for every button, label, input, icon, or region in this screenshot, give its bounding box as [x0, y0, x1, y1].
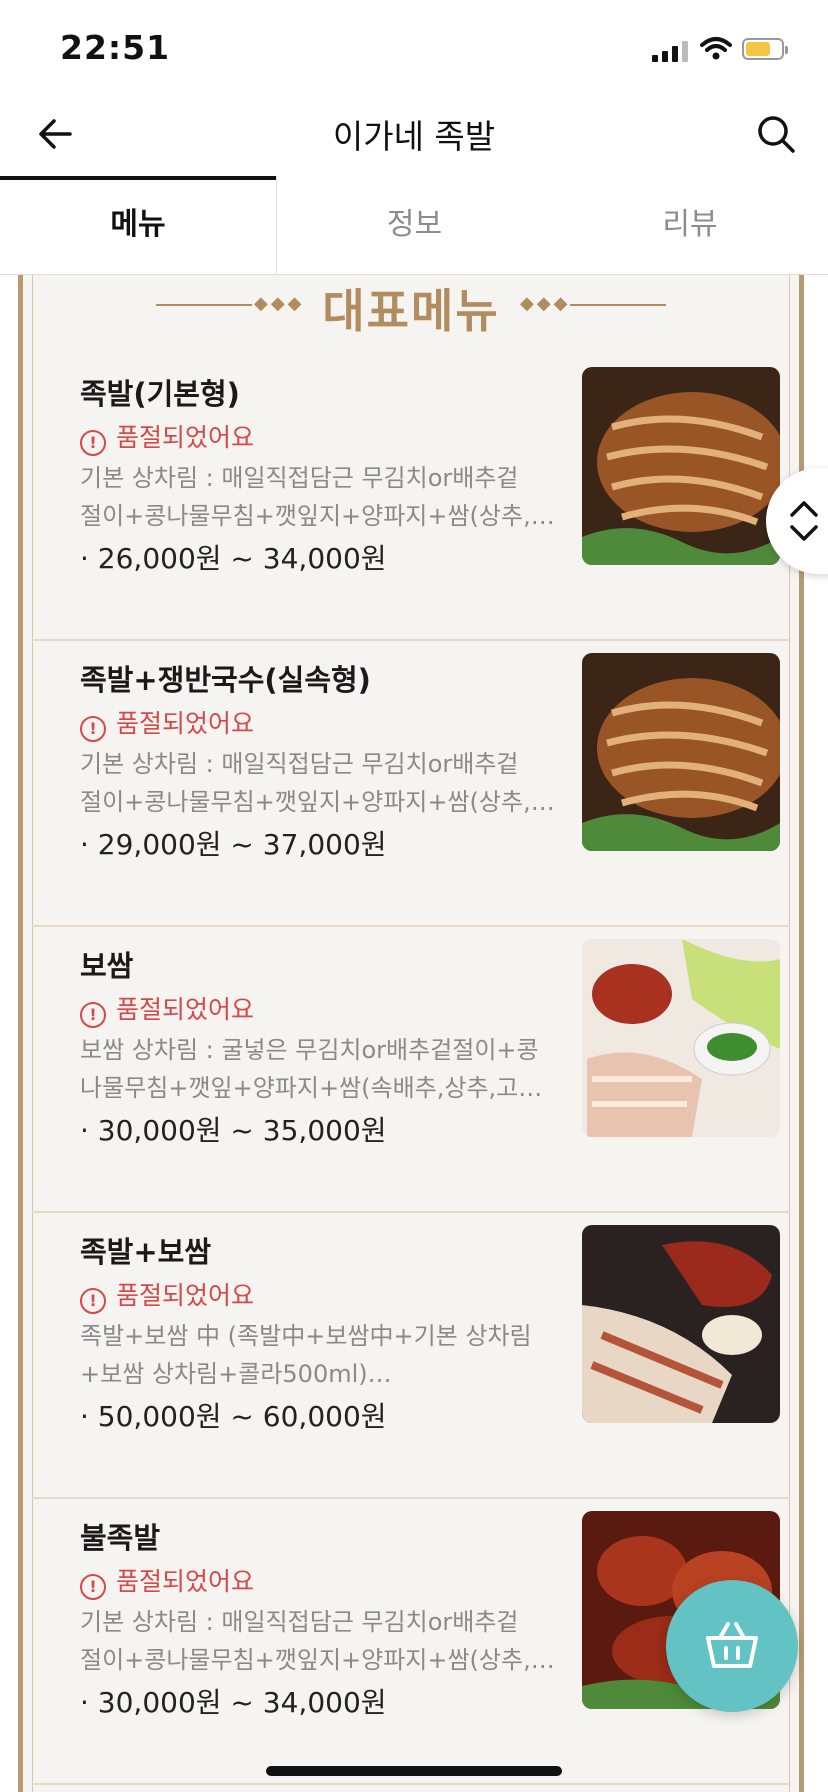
soldout-label: ! 품절되었어요 [80, 418, 254, 456]
tab-review[interactable]: 리뷰 [552, 176, 828, 274]
menu-item-photo [582, 653, 780, 851]
basket-icon [706, 1622, 758, 1668]
featured-menu-title: 대표메뉴 [322, 284, 500, 338]
menu-item[interactable]: 족발(기본형) ! 품절되었어요 기본 상차림 : 매일직접담근 무김치or배추겉… [32, 353, 790, 641]
soldout-label: ! 품절되었어요 [80, 1562, 254, 1600]
cellular-signal-icon [652, 40, 688, 62]
wifi-icon [700, 37, 732, 60]
menu-item-price: · 30,000원 ~ 35,000원 [80, 1114, 387, 1147]
featured-menu-banner: ◆◆◆ 대표메뉴 ◆◆◆ [18, 275, 804, 338]
exclamation-circle-icon: ! [80, 1288, 106, 1314]
nav-bar: 이가네 족발 [0, 96, 828, 180]
menu-item-photo [582, 939, 780, 1137]
menu-item-name: 족발(기본형) [80, 377, 240, 411]
menu-item-price: · 26,000원 ~ 34,000원 [80, 542, 387, 575]
menu-item-name: 족발+쟁반국수(실속형) [80, 663, 371, 697]
menu-item-description: 족발+보쌈 中 (족발中+보쌈中+기본 상차림 +보쌈 상차림+콜라500ml)… [80, 1322, 532, 1388]
soldout-label: ! 품절되었어요 [80, 704, 254, 742]
status-bar: 22:51 [0, 0, 828, 96]
status-time: 22:51 [60, 28, 171, 67]
menu-item[interactable]: 족발+보쌈 ! 품절되었어요 족발+보쌈 中 (족발中+보쌈中+기본 상차림 +보쌈… [32, 1211, 790, 1499]
menu-item-description: 기본 상차림 : 매일직접담근 무김치or배추겉 절이+콩나물무침+깻잎지+양파지… [80, 750, 555, 816]
menu-item-name: 불족발 [80, 1521, 161, 1555]
menu-item-description: 기본 상차림 : 매일직접담근 무김치or배추겉 절이+콩나물무침+깻잎지+양파지… [80, 1608, 555, 1674]
exclamation-circle-icon: ! [80, 430, 106, 456]
menu-item-photo [582, 1225, 780, 1423]
chevron-up-down-icon [790, 501, 818, 541]
menu-item[interactable]: 족발+쟁반국수(실속형) ! 품절되었어요 기본 상차림 : 매일직접담근 무김치… [32, 639, 790, 927]
soldout-label: ! 품절되었어요 [80, 1276, 254, 1314]
exclamation-circle-icon: ! [80, 1574, 106, 1600]
menu-item-price: · 50,000원 ~ 60,000원 [80, 1400, 387, 1433]
menu-item-name: 족발+보쌈 [80, 1235, 212, 1269]
diamond-ornament-icon: ◆◆◆ [520, 293, 571, 314]
menu-item-price: · 30,000원 ~ 34,000원 [80, 1686, 387, 1719]
soldout-label: ! 품절되었어요 [80, 990, 254, 1028]
tab-bar: 메뉴 정보 리뷰 [0, 176, 828, 275]
menu-item-description: 기본 상차림 : 매일직접담근 무김치or배추겉 절이+콩나물무침+깻잎지+양파지… [80, 464, 555, 530]
menu-item-description: 보쌈 상차림 : 굴넣은 무김치or배추겉절이+콩 나물무침+깻잎+양파지+쌈(속… [80, 1036, 543, 1102]
page-title: 이가네 족발 [332, 117, 496, 156]
menu-item-photo [582, 367, 780, 565]
menu-board: ◆◆◆ 대표메뉴 ◆◆◆ 족발(기본형) ! 품절되었어요 기본 상차림 : 매일… [18, 275, 804, 1792]
search-icon[interactable] [752, 110, 800, 158]
tab-info[interactable]: 정보 [276, 176, 552, 274]
battery-icon [742, 38, 788, 60]
home-indicator [266, 1766, 562, 1776]
cart-button[interactable] [666, 1580, 798, 1712]
menu-item-name: 보쌈 [80, 949, 134, 983]
menu-item[interactable]: 보쌈 ! 품절되었어요 보쌈 상차림 : 굴넣은 무김치or배추겉절이+콩 나물무침… [32, 925, 790, 1213]
tab-menu[interactable]: 메뉴 [0, 176, 276, 274]
exclamation-circle-icon: ! [80, 1002, 106, 1028]
exclamation-circle-icon: ! [80, 716, 106, 742]
menu-item-price: · 29,000원 ~ 37,000원 [80, 828, 387, 861]
